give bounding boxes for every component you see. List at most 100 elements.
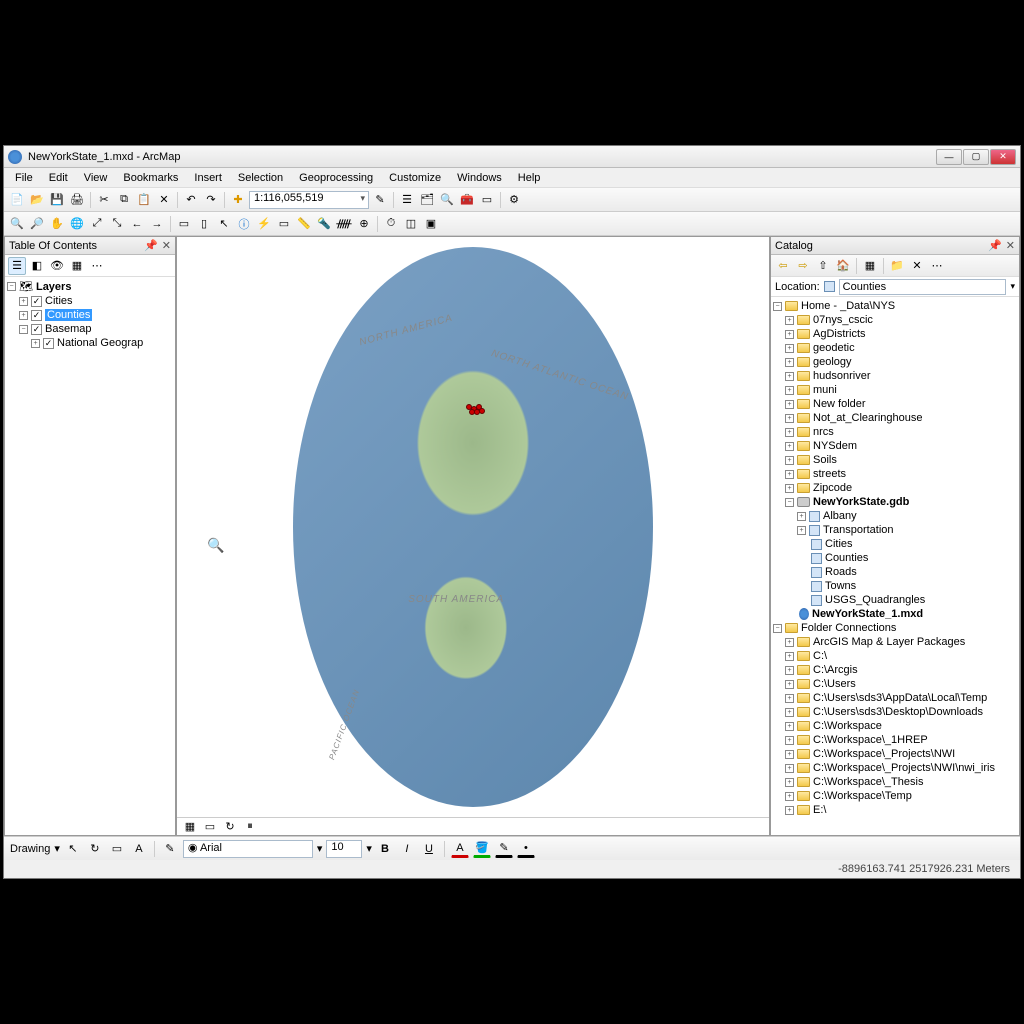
menu-windows[interactable]: Windows <box>450 170 509 186</box>
tree-item[interactable]: +hudsonriver <box>773 369 1017 383</box>
list-by-source-icon[interactable]: ◧ <box>28 257 46 275</box>
expander-icon[interactable]: + <box>797 512 806 521</box>
tree-item[interactable]: +C:\ <box>773 649 1017 663</box>
tree-item[interactable]: +C:\Users <box>773 677 1017 691</box>
cat-disconnect-icon[interactable]: ✕ <box>908 257 926 275</box>
menu-edit[interactable]: Edit <box>42 170 75 186</box>
tree-item[interactable]: +muni <box>773 383 1017 397</box>
expander-icon[interactable]: + <box>785 372 794 381</box>
expander-icon[interactable]: + <box>31 339 40 348</box>
expander-icon[interactable]: + <box>785 806 794 815</box>
print-icon[interactable]: 🖨 <box>68 191 86 209</box>
cat-back-icon[interactable]: ⇦ <box>774 257 792 275</box>
italic-icon[interactable]: I <box>398 840 416 858</box>
font-dropdown-icon[interactable]: ▾ <box>317 842 323 855</box>
size-combo[interactable]: 10 <box>326 840 362 858</box>
identify-icon[interactable]: ⓘ <box>235 215 253 233</box>
data-view-icon[interactable]: ▦ <box>181 818 199 836</box>
tree-item[interactable]: +E:\ <box>773 803 1017 817</box>
line-color-icon[interactable]: ✎ <box>495 840 513 858</box>
forward-icon[interactable]: → <box>148 215 166 233</box>
measure-icon[interactable]: 📏 <box>295 215 313 233</box>
fixed-zoom-out-icon[interactable]: ⤡ <box>108 215 126 233</box>
expander-icon[interactable]: + <box>785 666 794 675</box>
model-builder-icon[interactable]: ⚙ <box>505 191 523 209</box>
tree-item[interactable]: Roads <box>773 565 1017 579</box>
tree-item[interactable]: +Soils <box>773 453 1017 467</box>
marker-color-icon[interactable]: • <box>517 840 535 858</box>
zoom-out-icon[interactable]: 🔎 <box>28 215 46 233</box>
tree-item[interactable]: −Folder Connections <box>773 621 1017 635</box>
layer-cities[interactable]: Cities <box>45 295 73 307</box>
drawing-dropdown-icon[interactable]: ▾ <box>54 842 60 855</box>
tree-item[interactable]: +C:\Workspace\_1HREP <box>773 733 1017 747</box>
expander-icon[interactable]: + <box>785 330 794 339</box>
refresh-icon[interactable]: ↻ <box>221 818 239 836</box>
expander-icon[interactable]: + <box>785 442 794 451</box>
toc-tree[interactable]: −🗺Layers +✓Cities +✓Counties −✓Basemap +… <box>5 277 175 835</box>
tree-item[interactable]: +NYSdem <box>773 439 1017 453</box>
expander-icon[interactable]: + <box>785 358 794 367</box>
underline-icon[interactable]: U <box>420 840 438 858</box>
tree-item[interactable]: −Home - _Data\NYS <box>773 299 1017 313</box>
save-icon[interactable]: 💾 <box>48 191 66 209</box>
menu-selection[interactable]: Selection <box>231 170 290 186</box>
redo-icon[interactable]: ↷ <box>202 191 220 209</box>
copy-icon[interactable]: ⧉ <box>115 191 133 209</box>
tree-item[interactable]: +ArcGIS Map & Layer Packages <box>773 635 1017 649</box>
select-elements-icon[interactable]: ↖ <box>64 840 82 858</box>
tree-item[interactable]: +geodetic <box>773 341 1017 355</box>
expander-icon[interactable]: + <box>785 778 794 787</box>
tree-item[interactable]: +Zipcode <box>773 481 1017 495</box>
cat-connect-folder-icon[interactable]: 📁 <box>888 257 906 275</box>
back-icon[interactable]: ← <box>128 215 146 233</box>
dropdown-icon[interactable]: ▾ <box>1010 281 1015 292</box>
clear-selection-icon[interactable]: ▯ <box>195 215 213 233</box>
zoom-in-icon[interactable]: 🔍 <box>8 215 26 233</box>
cut-icon[interactable]: ✂ <box>95 191 113 209</box>
menu-geoprocessing[interactable]: Geoprocessing <box>292 170 380 186</box>
layer-natgeo[interactable]: National Geograp <box>57 337 143 349</box>
expander-icon[interactable]: − <box>785 498 794 507</box>
pause-draw-icon[interactable]: ⏸ <box>241 818 259 836</box>
find-icon[interactable]: 🔦 <box>315 215 333 233</box>
tree-item[interactable]: +C:\Workspace\_Thesis <box>773 775 1017 789</box>
tree-item[interactable]: −NewYorkState.gdb <box>773 495 1017 509</box>
layers-root[interactable]: Layers <box>36 281 71 293</box>
expander-icon[interactable]: + <box>797 526 806 535</box>
cat-forward-icon[interactable]: ⇨ <box>794 257 812 275</box>
expander-icon[interactable]: + <box>785 638 794 647</box>
tree-item[interactable]: +Transportation <box>773 523 1017 537</box>
tree-item[interactable]: +C:\Users\sds3\Desktop\Downloads <box>773 705 1017 719</box>
expander-icon[interactable]: + <box>785 470 794 479</box>
select-features-icon[interactable]: ▭ <box>175 215 193 233</box>
cat-up-icon[interactable]: ⇧ <box>814 257 832 275</box>
new-icon[interactable]: 📄 <box>8 191 26 209</box>
tree-item[interactable]: +streets <box>773 467 1017 481</box>
checkbox[interactable]: ✓ <box>31 324 42 335</box>
expander-icon[interactable]: + <box>785 750 794 759</box>
expander-icon[interactable]: + <box>785 484 794 493</box>
time-slider-icon[interactable]: ⏱ <box>382 215 400 233</box>
tree-item[interactable]: +C:\Users\sds3\AppData\Local\Temp <box>773 691 1017 705</box>
find-route-icon[interactable]: ᚏ <box>335 215 353 233</box>
layout-view-icon[interactable]: ▭ <box>201 818 219 836</box>
tree-item[interactable]: +C:\Workspace\Temp <box>773 789 1017 803</box>
tree-item[interactable]: Counties <box>773 551 1017 565</box>
layer-basemap[interactable]: Basemap <box>45 323 91 335</box>
full-extent-icon[interactable]: 🌐 <box>68 215 86 233</box>
edit-vertices-icon[interactable]: ✎ <box>161 840 179 858</box>
tree-item[interactable]: +nrcs <box>773 425 1017 439</box>
list-by-drawing-order-icon[interactable]: ☰ <box>8 257 26 275</box>
font-color-icon[interactable]: A <box>451 840 469 858</box>
overview-icon[interactable]: ▣ <box>422 215 440 233</box>
close-button[interactable]: ✕ <box>990 149 1016 165</box>
scale-combo[interactable]: 1:116,055,519 <box>249 191 369 209</box>
text-icon[interactable]: A <box>130 840 148 858</box>
tree-item[interactable]: +07nys_cscic <box>773 313 1017 327</box>
expander-icon[interactable]: − <box>7 282 16 291</box>
delete-icon[interactable]: ✕ <box>155 191 173 209</box>
pan-icon[interactable]: ✋ <box>48 215 66 233</box>
pin-icon[interactable]: 📌 <box>988 239 1002 252</box>
paste-icon[interactable]: 📋 <box>135 191 153 209</box>
